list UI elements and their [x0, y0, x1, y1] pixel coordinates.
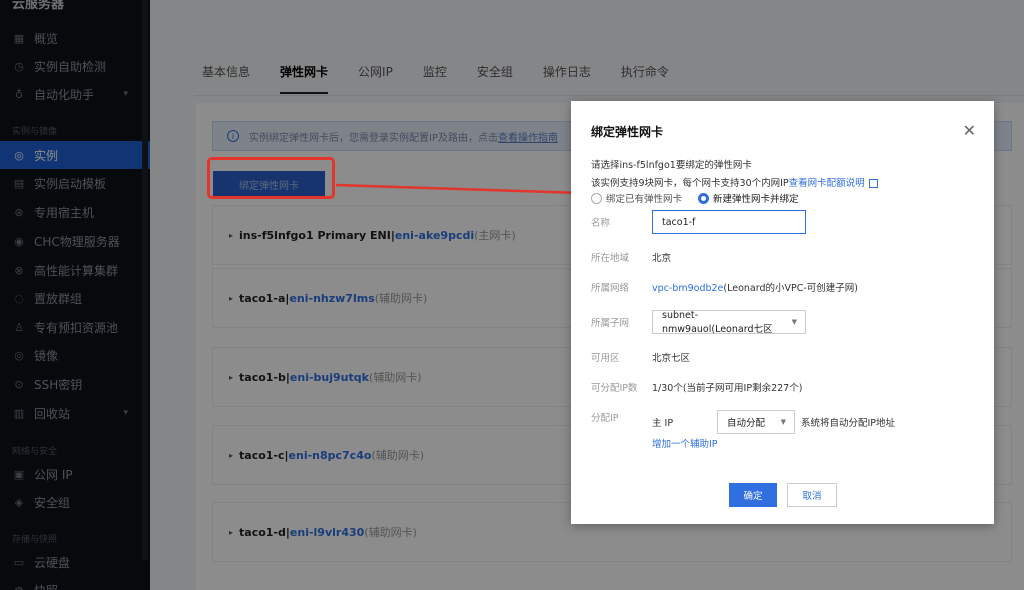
name-input[interactable]: taco1-f [652, 210, 806, 234]
ip-count-value: 1/30个(当前子网可用IP剩余227个) [652, 383, 803, 394]
field-subnet: 所属子网 subnet-nmw9auol(Leonard七区 ▼ [591, 310, 806, 335]
region-value: 北京 [652, 253, 672, 264]
field-region: 所在地域 北京 [591, 250, 671, 264]
field-assign-ip: 分配IP 主 IP 自动分配 ▼ 系统将自动分配IP地址 增加一个辅助IP [591, 410, 895, 450]
radio-unchecked-icon [591, 192, 602, 204]
dialog-description: 请选择ins-f5lnfgo1要绑定的弹性网卡 [591, 160, 752, 171]
dialog-quota-note: 该实例支持9块网卡，每个网卡支持30个内网IP查看网卡配额说明 [591, 175, 878, 189]
bind-eni-dialog: 绑定弹性网卡 ✕ 请选择ins-f5lnfgo1要绑定的弹性网卡 该实例支持9块… [571, 101, 994, 524]
field-zone: 可用区 北京七区 [591, 350, 690, 364]
quota-link[interactable]: 查看网卡配额说明 [789, 178, 865, 189]
assign-mode-select[interactable]: 自动分配 ▼ [717, 410, 795, 434]
radio-checked-icon [698, 192, 710, 204]
radio-existing-eni[interactable]: 绑定已有弹性网卡 [591, 191, 682, 205]
subnet-select[interactable]: subnet-nmw9auol(Leonard七区 ▼ [652, 310, 806, 335]
chevron-down-icon: ▼ [780, 418, 786, 426]
add-secondary-ip-link[interactable]: 增加一个辅助IP [652, 436, 895, 450]
vpc-link[interactable]: vpc-bm9odb2e [652, 283, 723, 294]
cancel-button[interactable]: 取消 [787, 483, 837, 507]
external-link-icon [868, 179, 878, 188]
field-network: 所属网络 vpc-bm9odb2e(Leonard的小VPC-可创建子网) [591, 283, 859, 294]
primary-ip-label: 主 IP [652, 418, 674, 429]
confirm-button[interactable]: 确定 [729, 483, 777, 507]
assign-note: 系统将自动分配IP地址 [801, 418, 896, 429]
dialog-title: 绑定弹性网卡 [591, 125, 664, 139]
close-icon[interactable]: ✕ [963, 123, 976, 139]
field-name: 名称 taco1-f [591, 210, 806, 234]
chevron-down-icon: ▼ [791, 318, 797, 326]
zone-value: 北京七区 [652, 353, 691, 364]
field-ip-count: 可分配IP数 1/30个(当前子网可用IP剩余227个) [591, 380, 802, 394]
assign-ip-group: 主 IP 自动分配 ▼ 系统将自动分配IP地址 增加一个辅助IP [652, 410, 895, 450]
eni-mode-radio-group: 绑定已有弹性网卡 新建弹性网卡并绑定 [591, 191, 815, 205]
radio-new-eni[interactable]: 新建弹性网卡并绑定 [698, 191, 799, 205]
